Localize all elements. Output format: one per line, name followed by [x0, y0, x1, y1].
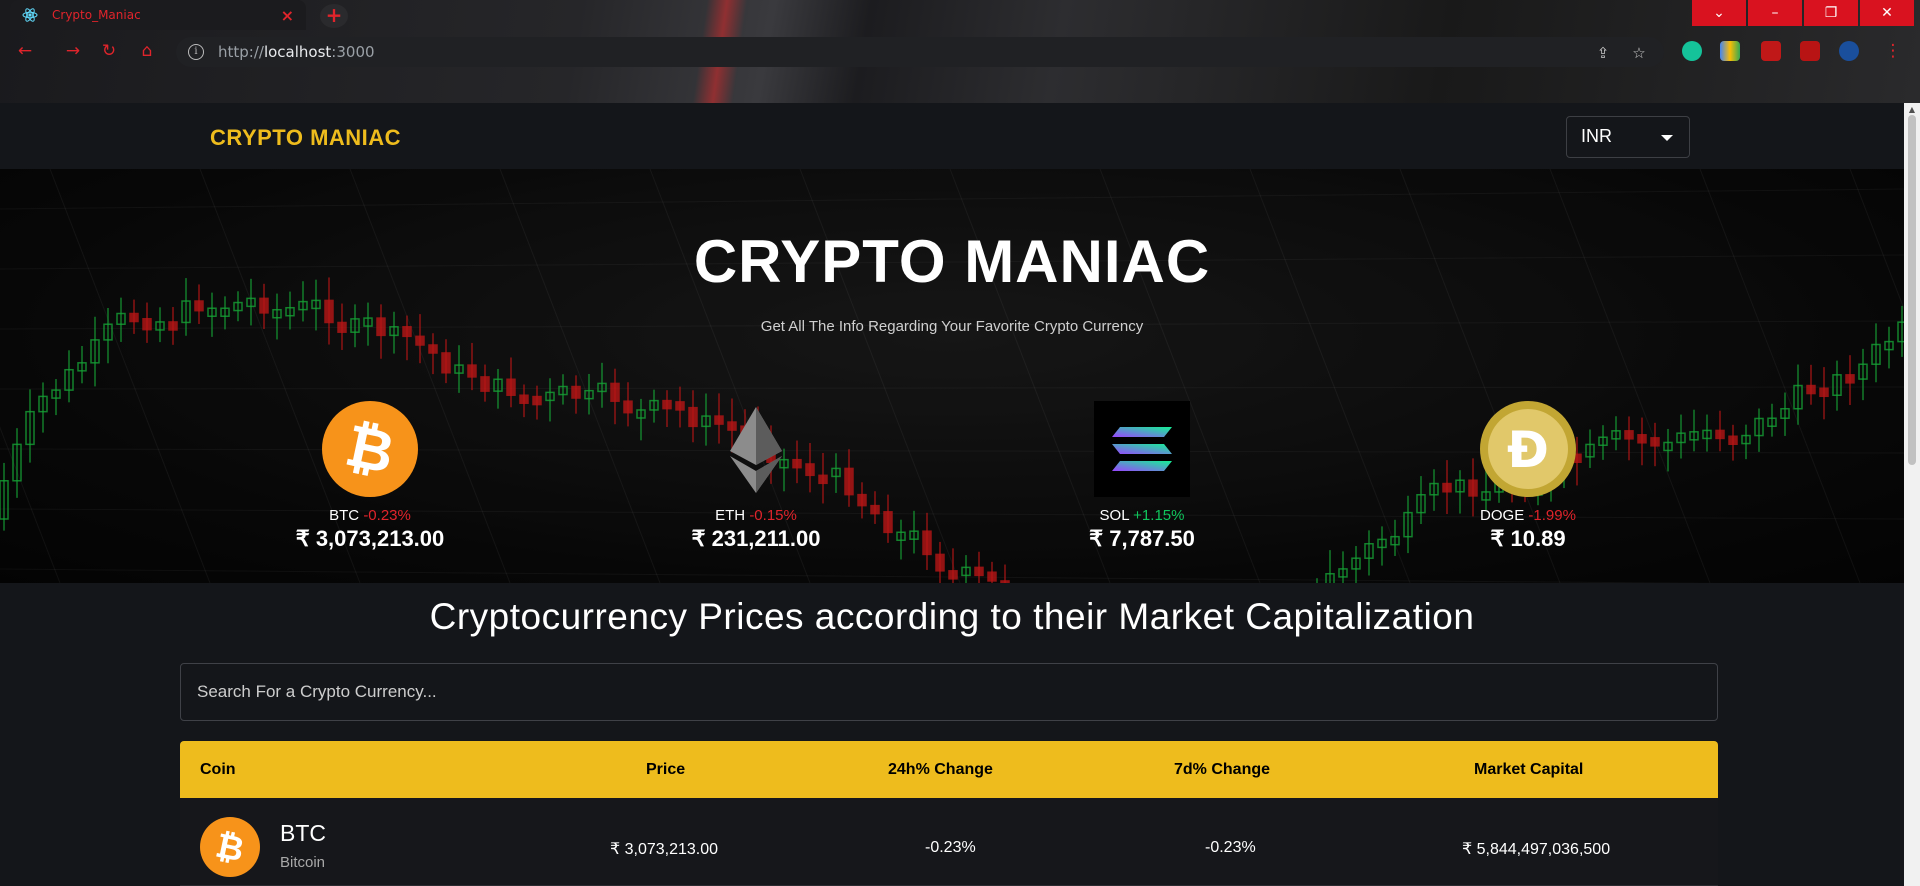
restore-button[interactable]: ❐ [1804, 0, 1858, 26]
browser-tab[interactable]: Crypto_Maniac × [10, 0, 306, 30]
share-icon[interactable]: ⇪ [1594, 44, 1612, 62]
carousel-item-doge[interactable]: Ð DOGE -1.99% ₹ 10.89 [1398, 401, 1658, 552]
address-bar[interactable]: i http://localhost:3000 ⇪ ☆ [176, 37, 1664, 67]
carousel-item-eth[interactable]: ETH -0.15% ₹ 231,211.00 [626, 401, 886, 552]
browser-menu-icon[interactable]: ⋮ [1882, 40, 1904, 62]
coin-change: -0.23% [363, 507, 411, 524]
ethereum-icon [730, 407, 782, 493]
coin-price: ₹ 7,787.50 [1089, 526, 1195, 551]
extension-icon[interactable] [1761, 41, 1781, 61]
row-coin-symbol: BTC [280, 820, 326, 846]
coin-change: -0.15% [749, 507, 797, 524]
grammarly-extension-icon[interactable] [1682, 41, 1702, 61]
dogecoin-icon: Ð [1480, 401, 1576, 497]
currency-select[interactable]: INR [1566, 116, 1690, 158]
new-tab-button[interactable]: + [320, 4, 348, 28]
bitcoin-icon: ₿ [322, 401, 418, 497]
carousel-item-btc[interactable]: ₿ BTC -0.23% ₹ 3,073,213.00 [240, 401, 500, 552]
column-header-coin: Coin [200, 761, 236, 778]
brand-logo-text[interactable]: CRYPTO MANIAC [210, 125, 401, 151]
row-coin-name: Bitcoin [280, 854, 326, 871]
coin-price: ₹ 10.89 [1490, 526, 1566, 551]
table-row[interactable]: ₿ BTC Bitcoin ₹ 3,073,213.00 -0.23% -0.2… [180, 798, 1718, 886]
browser-chrome: Crypto_Maniac × + ⌄ – ❐ ✕ ← → ↻ ⌂ i http… [0, 0, 1920, 103]
currency-value: INR [1581, 126, 1612, 146]
app-page: CRYPTO MANIAC INR CRYPTO MANIAC Get All … [0, 103, 1904, 886]
extension-icon[interactable] [1720, 41, 1740, 61]
coin-label: SOL +1.15% [1099, 507, 1185, 524]
coin-price: ₹ 231,211.00 [691, 526, 821, 551]
table-header: Coin Price 24h% Change 7d% Change Market… [180, 741, 1718, 798]
row-24h-change: -0.23% [925, 839, 976, 856]
tab-close-icon[interactable]: × [281, 6, 294, 25]
hero-subtitle: Get All The Info Regarding Your Favorite… [760, 318, 1144, 335]
url-text: http://localhost:3000 [218, 43, 375, 61]
bookmark-star-icon[interactable]: ☆ [1630, 44, 1648, 62]
minimize-button[interactable]: – [1748, 0, 1802, 26]
forward-icon[interactable]: → [62, 40, 84, 62]
bitcoin-icon: ₿ [200, 817, 260, 877]
search-input[interactable] [180, 663, 1718, 721]
tab-search-button[interactable]: ⌄ [1692, 0, 1746, 26]
profile-avatar-icon[interactable] [1839, 41, 1859, 61]
section-title: Cryptocurrency Prices according to their… [429, 596, 1475, 637]
close-window-button[interactable]: ✕ [1860, 0, 1914, 26]
column-header-market-cap: Market Capital [1474, 761, 1584, 778]
coin-label: BTC -0.23% [329, 507, 411, 524]
scroll-up-icon[interactable]: ▲ [1907, 105, 1917, 115]
react-icon [22, 8, 38, 22]
row-7d-change: -0.23% [1205, 839, 1256, 856]
tab-title: Crypto_Maniac [52, 8, 141, 22]
column-header-price: Price [646, 761, 686, 778]
column-header-24h-change: 24h% Change [888, 761, 993, 778]
page-scrollbar[interactable]: ▲ [1904, 103, 1920, 886]
coin-label: ETH -0.15% [715, 507, 797, 524]
scroll-thumb[interactable] [1908, 115, 1916, 465]
back-icon[interactable]: ← [14, 40, 36, 62]
hero-title: CRYPTO MANIAC [693, 228, 1211, 295]
extension-icon[interactable] [1800, 41, 1820, 61]
app-header: CRYPTO MANIAC INR [0, 103, 1904, 169]
coin-change: +1.15% [1133, 507, 1185, 524]
hero-banner: CRYPTO MANIAC Get All The Info Regarding… [0, 169, 1904, 583]
svg-text:Ð: Ð [1507, 421, 1549, 479]
carousel-item-sol[interactable]: SOL +1.15% ₹ 7,787.50 [1012, 401, 1272, 552]
row-price: ₹ 3,073,213.00 [610, 841, 719, 858]
solana-icon [1094, 401, 1190, 497]
chevron-down-icon [1661, 135, 1673, 141]
home-icon[interactable]: ⌂ [136, 40, 158, 62]
column-header-7d-change: 7d% Change [1174, 761, 1271, 778]
reload-icon[interactable]: ↻ [98, 40, 120, 62]
coin-change: -1.99% [1528, 507, 1576, 524]
site-info-icon[interactable]: i [188, 44, 204, 60]
coin-label: DOGE -1.99% [1480, 507, 1576, 524]
row-market-cap: ₹ 5,844,497,036,500 [1462, 841, 1611, 858]
coin-price: ₹ 3,073,213.00 [295, 526, 445, 551]
